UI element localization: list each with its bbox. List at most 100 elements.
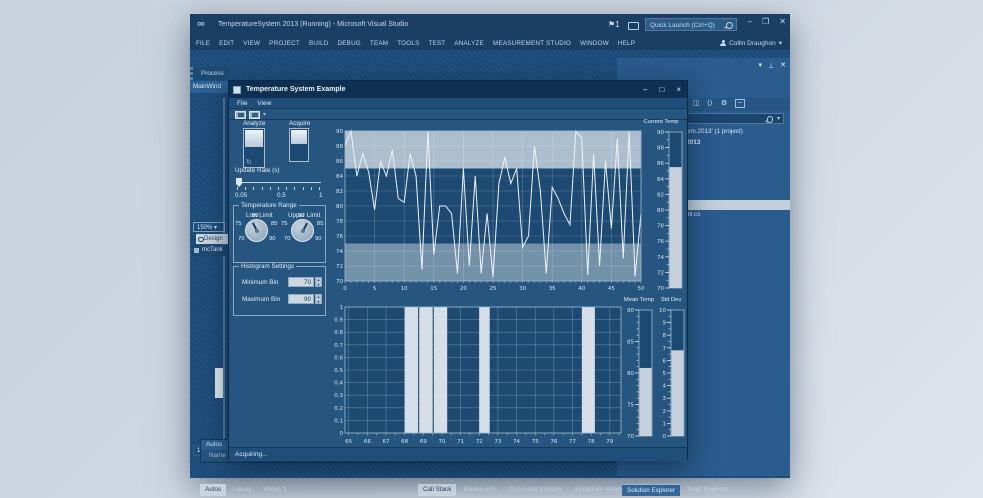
restore-button[interactable]: ❐ bbox=[762, 17, 769, 26]
close-button[interactable]: ✕ bbox=[779, 17, 786, 26]
svg-text:75: 75 bbox=[627, 403, 634, 409]
app-menu-view[interactable]: View bbox=[257, 100, 271, 107]
menu-view[interactable]: VIEW bbox=[243, 40, 260, 47]
svg-text:4: 4 bbox=[663, 384, 667, 390]
minimum-bin-label: Minimum Bin bbox=[242, 279, 279, 286]
tab-locals[interactable]: Locals bbox=[228, 484, 256, 496]
design-view-tab[interactable]: Design bbox=[196, 234, 228, 244]
slider-thumb[interactable] bbox=[236, 178, 242, 187]
menu-help[interactable]: HELP bbox=[618, 40, 635, 47]
tab-command-window[interactable]: Command Window bbox=[504, 484, 567, 496]
svg-text:70: 70 bbox=[627, 434, 634, 440]
svg-text:0.4: 0.4 bbox=[334, 381, 343, 387]
acquire-toggle[interactable] bbox=[289, 128, 309, 162]
low-limit-knob[interactable]: Low Limit 70 75 80 85 90 bbox=[235, 210, 278, 250]
menu-window[interactable]: WINDOW bbox=[580, 40, 609, 47]
temperature-histogram-chart: 0 0.1 0.2 0.3 0.4 0.5 0.6 0.7 0.8 0.9 1 65 66 67 68 69 7… bbox=[334, 305, 622, 445]
update-rate-slider[interactable]: 0.05 0.5 1 bbox=[235, 176, 323, 200]
slider-tick-min: 0.05 bbox=[235, 192, 248, 199]
tab-watch-1[interactable]: Watch 1 bbox=[258, 484, 291, 496]
current-temp-gauge: 70 72 74 76 78 80 82 84 86 88 90 bbox=[657, 130, 683, 292]
svg-text:25: 25 bbox=[490, 286, 497, 292]
designer-zoom-dropdown[interactable]: 150% ▾ bbox=[193, 222, 225, 232]
menu-tools[interactable]: TOOLS bbox=[397, 40, 419, 47]
desktop: ∞ TemperatureSystem.2013 (Running) - Mic… bbox=[0, 0, 983, 498]
toolbar-overflow-icon[interactable]: ▾ bbox=[263, 111, 266, 118]
app-menubar: File View bbox=[229, 98, 687, 109]
analyze-toggle[interactable]: ↻ bbox=[243, 128, 265, 168]
upper-limit-knob[interactable]: Upper Limit 70 75 80 85 90 bbox=[281, 210, 324, 250]
chart-tool-button[interactable] bbox=[235, 110, 246, 119]
svg-text:0: 0 bbox=[343, 286, 347, 292]
menu-edit[interactable]: EDIT bbox=[219, 40, 234, 47]
designer-scrollbar[interactable] bbox=[223, 98, 225, 458]
svg-text:30: 30 bbox=[519, 286, 526, 292]
close-button[interactable]: × bbox=[676, 81, 681, 98]
mean-temp-gauge: 70 75 80 85 90 bbox=[627, 308, 653, 440]
vs-titlebar[interactable]: ∞ TemperatureSystem.2013 (Running) - Mic… bbox=[190, 14, 790, 36]
minimize-button[interactable]: – bbox=[643, 81, 647, 98]
svg-text:6: 6 bbox=[663, 358, 667, 364]
column-name[interactable]: Name bbox=[209, 450, 226, 461]
app-menu-file[interactable]: File bbox=[237, 100, 247, 107]
svg-text:0.9: 0.9 bbox=[334, 318, 343, 324]
app-titlebar[interactable]: Temperature System Example – □ × bbox=[229, 81, 687, 98]
minimum-bin-input[interactable]: 70 bbox=[288, 277, 314, 287]
maximum-bin-spinner[interactable]: ▲ ▼ bbox=[315, 294, 322, 304]
tab-call-stack[interactable]: Call Stack bbox=[418, 484, 457, 496]
menu-debug[interactable]: DEBUG bbox=[338, 40, 361, 47]
show-all-files-icon[interactable]: ◫ bbox=[693, 99, 700, 107]
knob-tick: 75 bbox=[281, 221, 288, 227]
svg-text:78: 78 bbox=[588, 439, 595, 445]
svg-text:80: 80 bbox=[657, 208, 664, 214]
menu-team[interactable]: TEAM bbox=[370, 40, 388, 47]
svg-text:40: 40 bbox=[578, 286, 585, 292]
document-tab-mainwindow[interactable]: MainWind bbox=[190, 81, 228, 93]
app-title: Temperature System Example bbox=[246, 86, 346, 93]
solution-node[interactable]: ystem.2013' (1 project) bbox=[679, 128, 743, 135]
signed-in-user[interactable]: Collin Draughon ▾ bbox=[720, 39, 782, 47]
minimum-bin-row: Minimum Bin 70 ▲ ▼ bbox=[240, 277, 322, 288]
svg-text:72: 72 bbox=[476, 439, 483, 445]
slider-tick-max: 1 bbox=[319, 192, 323, 199]
editor-toolbar-fragment[interactable]: Process bbox=[190, 67, 228, 80]
menu-measurement-studio[interactable]: MEASUREMENT STUDIO bbox=[493, 40, 571, 47]
notification-flag-icon[interactable]: ⚑1 bbox=[608, 20, 620, 29]
svg-text:66: 66 bbox=[364, 439, 371, 445]
tab-autos[interactable]: Autos bbox=[200, 484, 227, 496]
panel-close-icon[interactable]: ✕ bbox=[780, 61, 786, 69]
minimize-button[interactable]: – bbox=[748, 17, 752, 26]
menu-test[interactable]: TEST bbox=[428, 40, 445, 47]
maximize-button[interactable]: □ bbox=[659, 81, 664, 98]
svg-text:90: 90 bbox=[336, 129, 343, 135]
menu-analyze[interactable]: ANALYZE bbox=[454, 40, 484, 47]
minimum-bin-spinner[interactable]: ▲ ▼ bbox=[315, 277, 322, 287]
menu-project[interactable]: PROJECT bbox=[269, 40, 300, 47]
menu-build[interactable]: BUILD bbox=[309, 40, 329, 47]
maximum-bin-input[interactable]: 90 bbox=[288, 294, 314, 304]
svg-text:84: 84 bbox=[657, 177, 664, 183]
tab-breakpoints[interactable]: Breakpoints bbox=[458, 484, 501, 496]
pin-icon[interactable]: ⊤ bbox=[768, 61, 774, 69]
panel-dropdown-icon[interactable]: ▾ bbox=[759, 61, 763, 69]
collapse-all-icon[interactable]: − bbox=[735, 99, 746, 108]
quick-launch-input[interactable]: Quick Launch (Ctrl+Q) bbox=[645, 18, 737, 31]
histogram-settings-label: Histogram Settings bbox=[239, 263, 297, 270]
svg-text:0: 0 bbox=[663, 434, 667, 440]
feedback-monitor-icon[interactable] bbox=[628, 22, 639, 30]
svg-text:90: 90 bbox=[657, 130, 664, 136]
menu-file[interactable]: FILE bbox=[196, 40, 210, 47]
tab-team-explorer[interactable]: Team Explorer bbox=[682, 484, 733, 496]
tab-solution-explorer[interactable]: Solution Explorer bbox=[622, 484, 680, 496]
knob-tick: 85 bbox=[271, 221, 278, 227]
person-icon bbox=[720, 40, 727, 46]
svg-text:79: 79 bbox=[606, 439, 613, 445]
panel-tool-button[interactable] bbox=[249, 110, 260, 119]
designer-scrollbar-thumb[interactable] bbox=[215, 368, 223, 398]
properties-icon[interactable]: ⚙ bbox=[721, 99, 727, 107]
xaml-view-tab[interactable]: mcTank bbox=[192, 245, 228, 256]
maximum-bin-label: Maximum Bin bbox=[242, 296, 281, 303]
svg-text:0.6: 0.6 bbox=[334, 355, 343, 361]
view-code-icon[interactable]: ⟨⟩ bbox=[707, 99, 712, 107]
svg-text:72: 72 bbox=[336, 264, 343, 270]
